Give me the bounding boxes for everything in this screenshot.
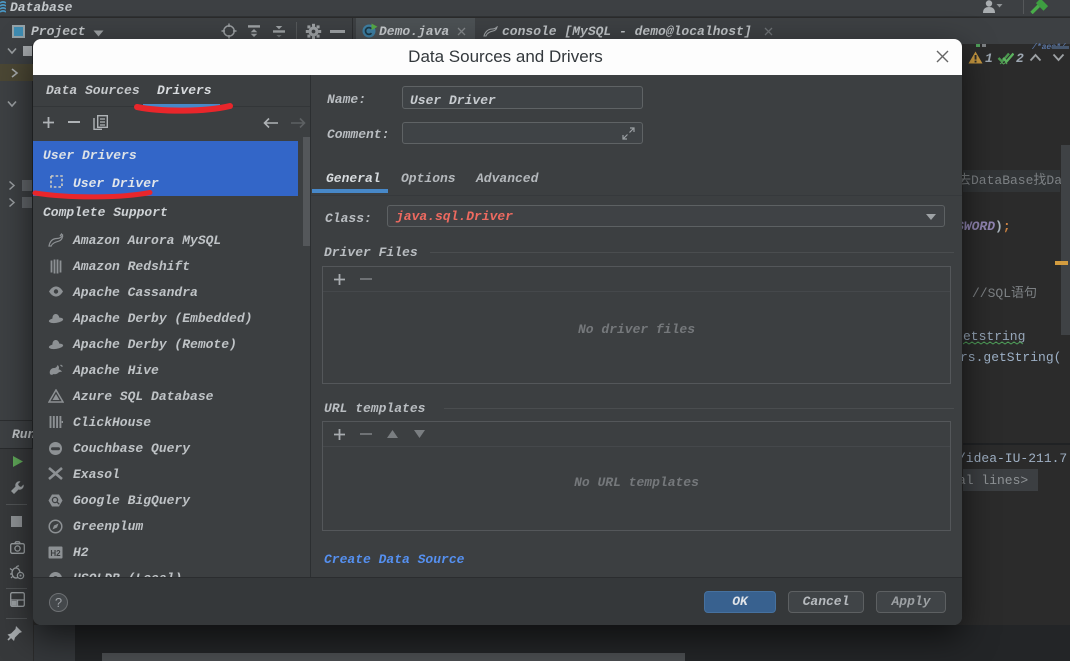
- svg-text:H2: H2: [50, 549, 61, 558]
